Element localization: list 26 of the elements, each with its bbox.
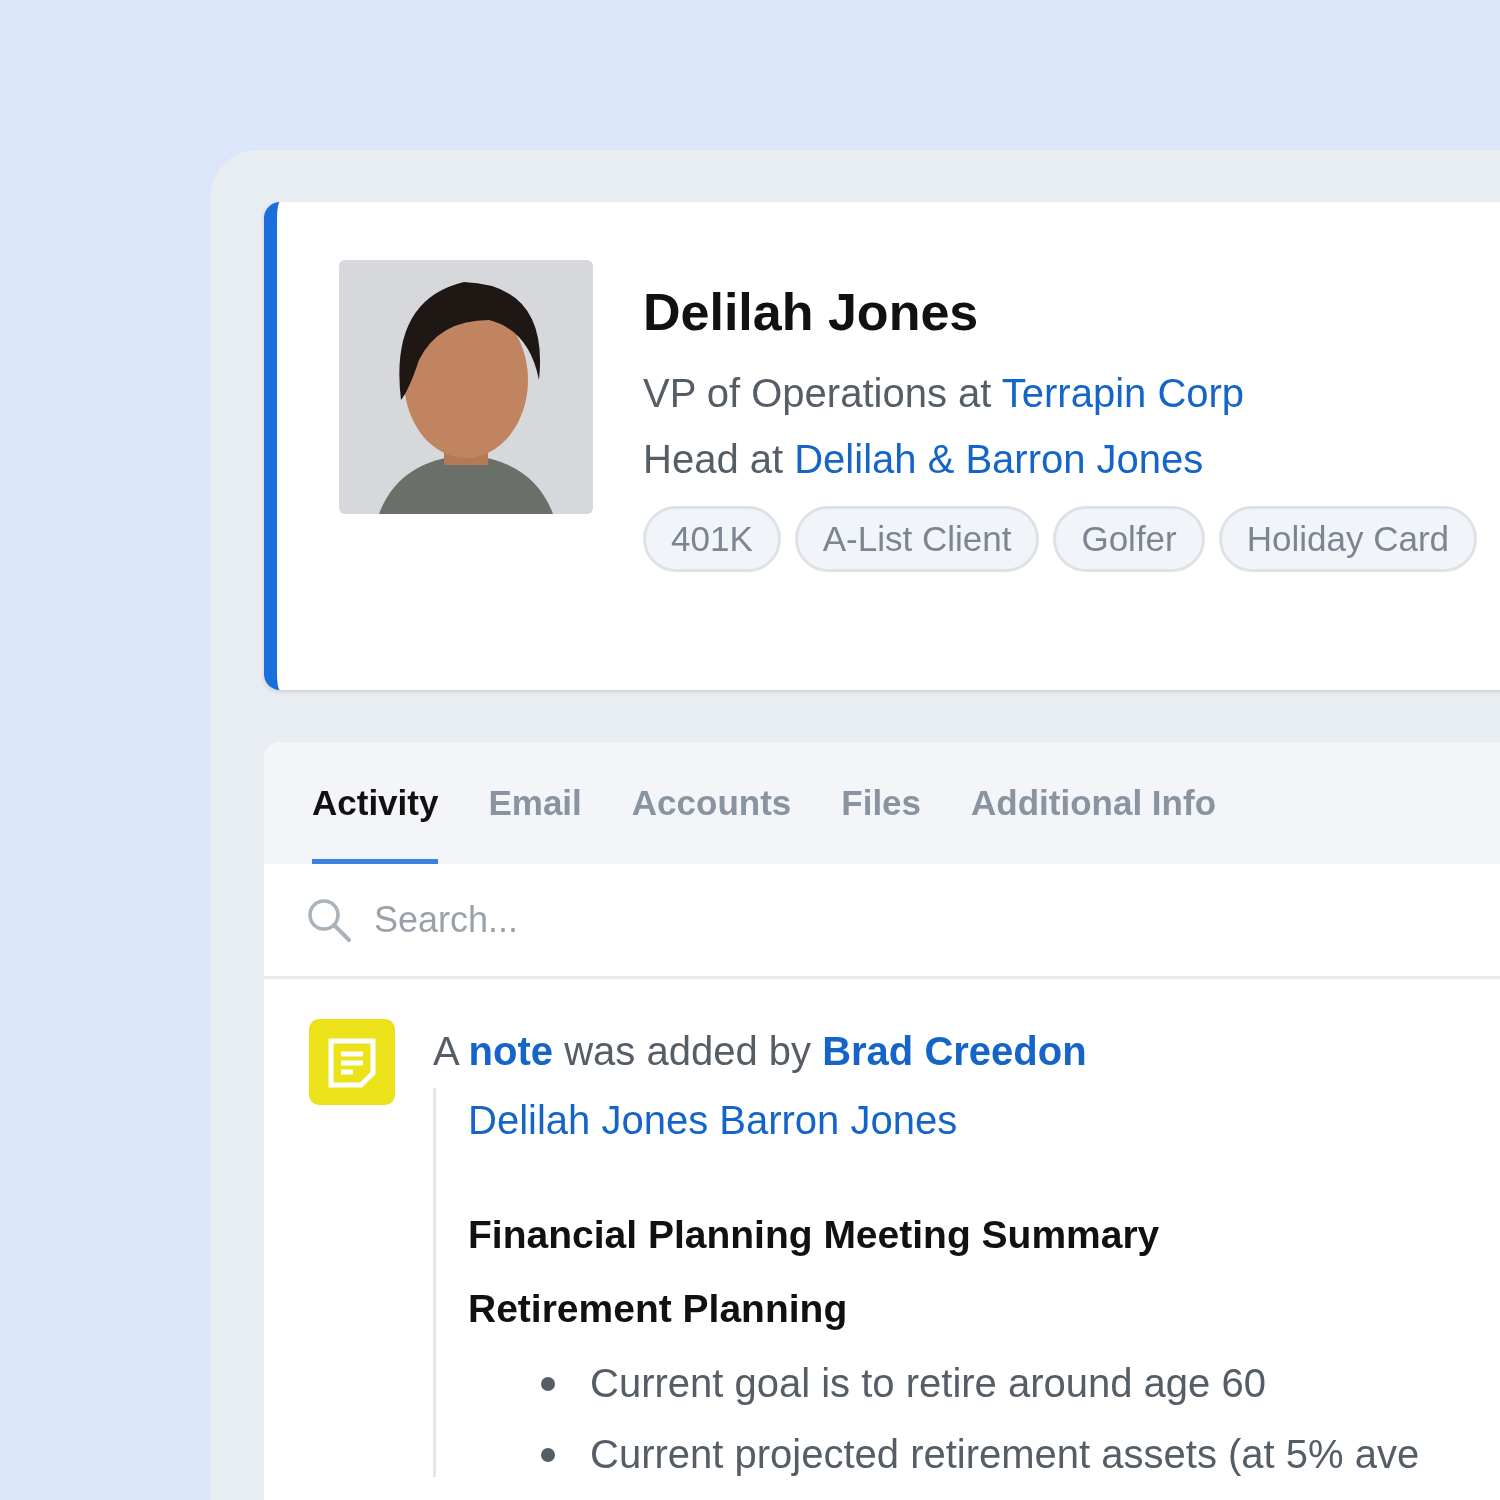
search-icon [306,897,352,943]
tag: Holiday Card [1218,506,1478,572]
company-link[interactable]: Delilah & Barron Jones [794,437,1204,481]
author-link[interactable]: Brad Creedon [822,1029,1087,1073]
contacts-link[interactable]: Delilah Jones Barron Jones [468,1098,1420,1143]
bullet-icon [540,1375,556,1392]
note-heading: Retirement Planning [468,1287,849,1331]
bullet-icon [540,1446,556,1463]
tab[interactable]: Files [841,742,922,864]
role-line: VP of Operations at Terrapin Corp [643,370,1246,417]
tag: A-List Client [794,506,1040,572]
tab[interactable]: Activity [312,742,439,864]
note-heading: Financial Planning Meeting Summary [468,1213,1161,1257]
tab[interactable]: Accounts [631,742,792,864]
tab[interactable]: Additional Info [971,742,1216,864]
bullet-text: Current projected retirement assets (at 5% ave [590,1432,1420,1477]
note-link[interactable]: note [468,1029,554,1073]
company-link[interactable]: Terrapin Corp [1001,371,1245,415]
tag: Golfer [1053,506,1205,572]
activity-summary: A note was added by Brad Creedon [433,1029,1088,1074]
bullet-text: Current goal is to retire around age 60 [590,1361,1266,1406]
role-line: Head at Delilah & Barron Jones [643,436,1205,483]
tab[interactable]: Email [488,742,582,864]
note-icon [309,1019,395,1105]
tag: 401K [643,506,781,572]
contact-name: Delilah Jones [643,282,980,342]
